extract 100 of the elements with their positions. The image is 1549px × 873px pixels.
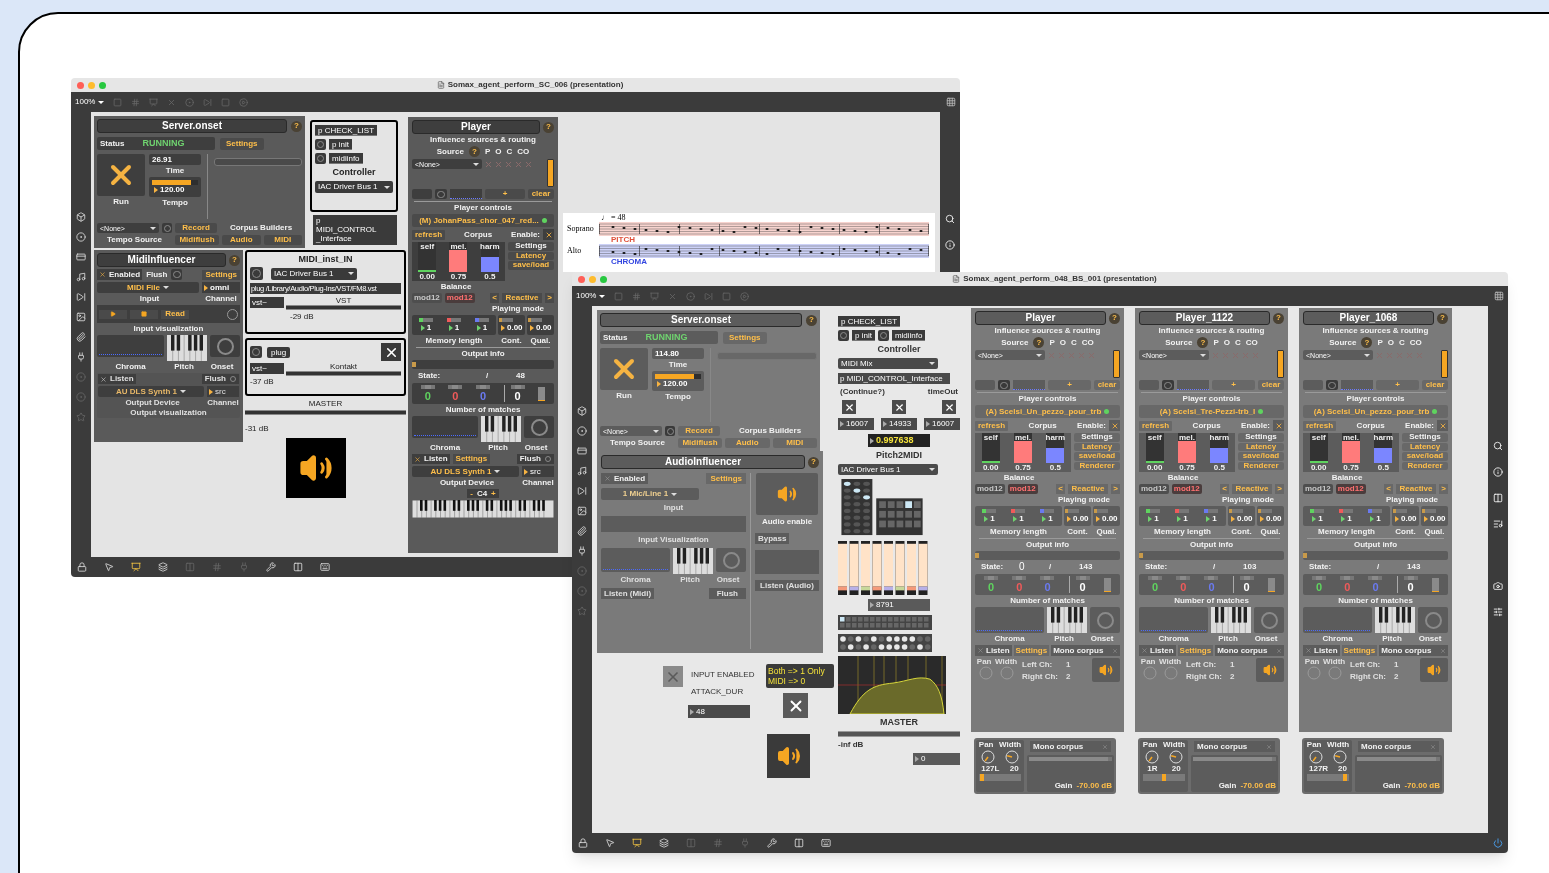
pointer-icon[interactable]	[104, 562, 114, 572]
mono-corpus-toggle[interactable]: Mono corpus	[1051, 645, 1120, 656]
search-icon[interactable]	[1493, 441, 1503, 451]
toggle-button[interactable]	[1273, 420, 1284, 431]
audio-button[interactable]: Audio	[725, 438, 770, 448]
side-button[interactable]: save/load	[508, 261, 554, 270]
prev-button[interactable]: <	[1056, 484, 1065, 494]
number-box[interactable]: 1	[1339, 515, 1354, 523]
grid-icon[interactable]	[1494, 291, 1504, 301]
grid-icon[interactable]	[946, 97, 956, 107]
toolbar-icon[interactable]	[668, 291, 678, 301]
toolbar-icon[interactable]	[131, 97, 141, 107]
mono-corpus-toggle[interactable]: Mono corpus	[1379, 645, 1448, 656]
message-box[interactable]: Both => 1 Only MIDI => 0	[766, 664, 834, 688]
pointer-icon[interactable]	[605, 838, 615, 848]
side-button[interactable]: Latency	[1238, 442, 1284, 451]
toolbar-icon[interactable]	[632, 291, 642, 301]
run-button[interactable]	[97, 154, 145, 196]
help-button[interactable]: ?	[1197, 337, 1209, 348]
help-button[interactable]: ?	[1109, 312, 1120, 324]
help-button[interactable]: ?	[291, 120, 302, 132]
mod-button[interactable]: mod12	[1335, 484, 1366, 494]
clear-button[interactable]: clear	[1258, 380, 1284, 390]
object-box[interactable]: p CHECK_LIST	[315, 125, 378, 136]
side-button[interactable]: Settings	[508, 242, 554, 251]
corpus-button[interactable]: (A) Scelsi_Un_pezzo_pour_trb	[1303, 405, 1448, 418]
dropdown[interactable]: IAC Driver Bus 1	[271, 267, 357, 280]
corpus-button[interactable]: (A) Scelsi_Un_pezzo_pour_trb	[975, 405, 1120, 418]
refresh-button[interactable]: refresh	[1303, 420, 1337, 431]
speaker-button[interactable]	[286, 438, 346, 498]
bypass-toggle[interactable]: Bypass	[755, 533, 790, 544]
next-button[interactable]: >	[1275, 484, 1284, 494]
record-button[interactable]: Record	[175, 223, 217, 233]
image-icon[interactable]	[76, 312, 86, 322]
mod-button[interactable]: mod12	[1303, 484, 1333, 494]
dropdown[interactable]: MIDI Mix	[838, 358, 938, 369]
number-box[interactable]: 120.00	[655, 380, 701, 388]
stop-button[interactable]	[130, 309, 158, 319]
tempo-control[interactable]: 120.00	[149, 177, 201, 197]
number-box[interactable]: omni	[202, 282, 240, 293]
zoom-button[interactable]	[600, 275, 607, 283]
help-button[interactable]: ?	[229, 254, 240, 266]
side-button[interactable]: Renderer	[1074, 461, 1120, 470]
side-button[interactable]: save/load	[1074, 452, 1120, 461]
dropdown[interactable]: 1 Mic/Line 1	[601, 488, 699, 500]
prev-button[interactable]: <	[1384, 484, 1393, 494]
object-box[interactable]: midiinfo	[891, 330, 926, 341]
text-field[interactable]	[1177, 380, 1209, 390]
number-box[interactable]: 14933	[881, 418, 917, 430]
toggle-button[interactable]	[381, 343, 401, 361]
number-box[interactable]: 1	[1011, 515, 1026, 523]
add-button[interactable]: +	[485, 189, 525, 199]
number-box[interactable]: 1	[1146, 515, 1161, 523]
help-button[interactable]: ?	[1033, 337, 1045, 348]
presentation-icon[interactable]	[632, 838, 642, 848]
list-icon[interactable]	[1493, 519, 1503, 529]
toggle-button[interactable]	[942, 400, 956, 414]
keyboard-icon[interactable]	[821, 838, 831, 848]
number-box[interactable]: 0.00	[1393, 515, 1418, 523]
close-button[interactable]	[77, 81, 84, 89]
listen-toggle[interactable]: Listen	[412, 454, 450, 464]
side-button[interactable]: save/load	[1238, 452, 1284, 461]
play-button[interactable]	[99, 309, 127, 319]
listen-toggle[interactable]: Listen	[1139, 645, 1176, 656]
help-button[interactable]: ?	[806, 314, 817, 326]
text-field[interactable]	[450, 189, 482, 199]
mod-button[interactable]: mod12	[1007, 484, 1038, 494]
mode-selector[interactable]: Reactive	[502, 293, 542, 303]
side-button[interactable]: Latency	[1402, 442, 1448, 451]
side-button[interactable]: Latency	[508, 251, 554, 260]
side-button[interactable]: Latency	[1074, 442, 1120, 451]
music-note-icon[interactable]	[577, 466, 587, 476]
side-button[interactable]: save/load	[1402, 452, 1448, 461]
add-button[interactable]: +	[1212, 380, 1255, 390]
number-box[interactable]: 8791	[868, 599, 930, 611]
number-box[interactable]: 0.00	[1229, 515, 1254, 523]
side-button[interactable]: Settings	[1402, 433, 1448, 442]
clear-button[interactable]: clear	[528, 189, 554, 199]
star-icon[interactable]	[76, 412, 86, 422]
number-box[interactable]: src	[522, 466, 554, 477]
toolbar-icon[interactable]	[239, 97, 249, 107]
plug-icon[interactable]	[577, 546, 587, 556]
side-button[interactable]: Renderer	[1402, 461, 1448, 470]
dropdown[interactable]: IAC Driver Bus 1	[838, 464, 938, 475]
power-icon[interactable]	[1493, 838, 1503, 848]
settings-button[interactable]: Settings	[1341, 645, 1378, 656]
music-note-icon[interactable]	[76, 272, 86, 282]
mode-selector[interactable]: Reactive	[1396, 484, 1436, 494]
help-button[interactable]: ?	[808, 456, 819, 468]
object-box[interactable]: midiinfo	[329, 153, 363, 164]
mono-corpus-toggle[interactable]: Mono corpus	[1194, 741, 1275, 752]
number-box[interactable]: 1	[982, 515, 997, 523]
plug-icon[interactable]	[76, 352, 86, 362]
toolbar-icon[interactable]	[167, 97, 177, 107]
dropdown[interactable]: MIDI File	[97, 282, 199, 293]
clear-button[interactable]: clear	[1422, 380, 1448, 390]
paperclip-icon[interactable]	[577, 526, 587, 536]
midi-button[interactable]: MIDI	[263, 235, 302, 245]
settings-button[interactable]: Settings	[1177, 645, 1214, 656]
number-box[interactable]: 0	[913, 753, 960, 765]
